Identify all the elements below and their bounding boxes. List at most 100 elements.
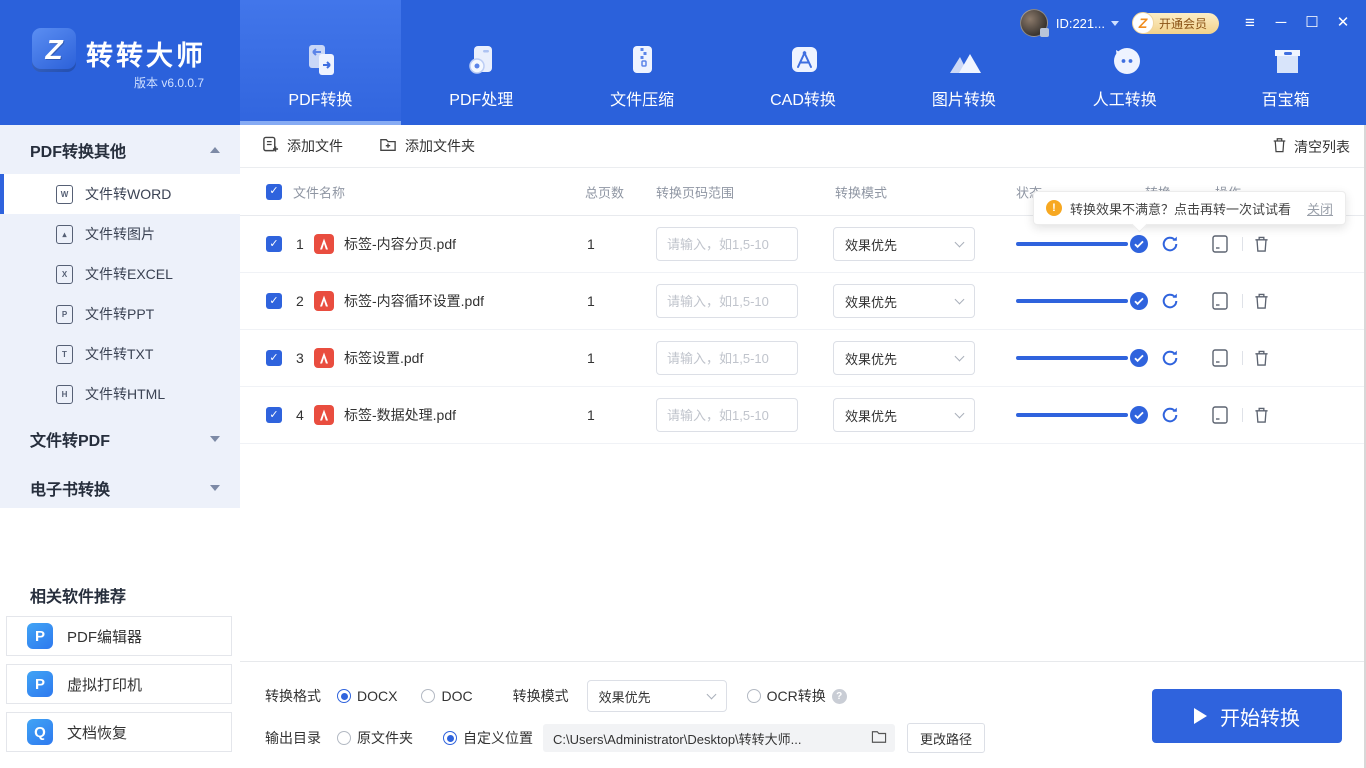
tab-pdf-convert[interactable]: PDF转换	[240, 0, 401, 125]
close-button[interactable]: ✕	[1334, 13, 1352, 33]
topbar-right: ID:221... Z 开通会员 ≡ ─ ☐ ✕	[1019, 9, 1352, 37]
row-index: 1	[296, 236, 304, 252]
sidebar-group-pdf-other[interactable]: PDF转换其他	[0, 125, 240, 174]
sidebar-item-word[interactable]: W 文件转WORD	[0, 174, 240, 214]
open-file-icon[interactable]	[1212, 292, 1228, 310]
open-file-icon[interactable]	[1212, 235, 1228, 253]
member-badge[interactable]: Z 开通会员	[1131, 11, 1219, 34]
row-checkbox[interactable]	[266, 236, 282, 252]
format-label: 转换格式	[265, 688, 321, 704]
row-checkbox[interactable]	[266, 293, 282, 309]
mode-select[interactable]: 效果优先	[586, 680, 727, 712]
sidebar-item-ppt[interactable]: P 文件转PPT	[0, 294, 240, 334]
open-file-icon[interactable]	[1212, 406, 1228, 424]
folder-icon[interactable]	[871, 730, 887, 747]
radio-custom-location[interactable]	[443, 731, 457, 745]
member-z-icon: Z	[1131, 11, 1154, 34]
main-content: 添加文件 添加文件夹 清空列表 文件名称 总页数 转换页码范围 转换模式 状态	[240, 125, 1366, 768]
sidebar-item-excel[interactable]: X 文件转EXCEL	[0, 254, 240, 294]
clear-list-label: 清空列表	[1294, 138, 1350, 155]
radio-docx[interactable]	[337, 689, 351, 703]
tab-cad-convert[interactable]: CAD转换	[723, 0, 884, 125]
sidebar-item-image[interactable]: ▴ 文件转图片	[0, 214, 240, 254]
add-folder-button[interactable]: 添加文件夹	[379, 136, 475, 156]
sidebar-group-to-pdf[interactable]: 文件转PDF	[0, 414, 240, 463]
page-range-input[interactable]	[656, 341, 798, 375]
sidebar-item-label: 文件转TXT	[85, 346, 154, 362]
recommend-virtual-printer[interactable]: P 虚拟打印机	[6, 664, 232, 704]
avatar[interactable]	[1019, 9, 1049, 37]
delete-icon[interactable]	[1254, 407, 1269, 424]
tooltip-close-link[interactable]: 关闭	[1307, 199, 1333, 218]
start-convert-button[interactable]: 开始转换	[1152, 689, 1342, 743]
change-path-button[interactable]: 更改路径	[907, 723, 985, 753]
group-label: PDF转换其他	[30, 143, 127, 161]
add-file-button[interactable]: 添加文件	[262, 136, 343, 156]
file-name: 标签-内容分页.pdf	[344, 236, 457, 252]
tab-label: PDF处理	[449, 92, 514, 109]
select-all-checkbox[interactable]	[266, 183, 282, 200]
retry-icon[interactable]	[1160, 348, 1180, 368]
recommend-doc-recovery[interactable]: Q 文档恢复	[6, 712, 232, 752]
menu-icon[interactable]: ≡	[1241, 13, 1259, 33]
maximize-button[interactable]: ☐	[1303, 13, 1321, 33]
status-check-icon	[1130, 349, 1148, 367]
row-mode-select[interactable]: 效果优先	[833, 227, 975, 261]
open-file-icon[interactable]	[1212, 349, 1228, 367]
group-label: 电子书转换	[30, 481, 111, 499]
tab-pdf-process[interactable]: PDF处理	[401, 0, 562, 125]
retry-icon[interactable]	[1160, 291, 1180, 311]
page-count: 1	[587, 407, 595, 423]
txt-doc-icon: T	[56, 344, 73, 364]
mode-value: 效果优先	[845, 294, 898, 310]
chevron-down-icon	[954, 294, 965, 304]
delete-icon[interactable]	[1254, 236, 1269, 253]
chevron-down-icon[interactable]	[1110, 20, 1119, 26]
radio-custom-location-label[interactable]: 自定义位置	[463, 728, 533, 748]
sidebar-group-ebook[interactable]: 电子书转换	[0, 463, 240, 512]
radio-docx-label[interactable]: DOCX	[357, 688, 397, 704]
sidebar-item-html[interactable]: H 文件转HTML	[0, 374, 240, 414]
retry-tooltip: ! 转换效果不满意？点击再转一次试试看 关闭	[1033, 191, 1347, 225]
row-index: 3	[296, 350, 304, 366]
delete-icon[interactable]	[1254, 293, 1269, 310]
tab-file-compress[interactable]: 文件压缩	[562, 0, 723, 125]
clear-list-button[interactable]: 清空列表	[1272, 125, 1350, 168]
radio-ocr-label[interactable]: OCR转换	[767, 686, 826, 706]
radio-doc-label[interactable]: DOC	[441, 688, 472, 704]
pdf-file-icon	[314, 405, 334, 425]
divider	[1242, 408, 1243, 422]
progress-bar	[1016, 356, 1128, 360]
delete-icon[interactable]	[1254, 350, 1269, 367]
logo: Z 转转大师 版本 v6.0.0.7	[0, 0, 240, 125]
image-doc-icon: ▴	[56, 224, 73, 244]
output-path-field[interactable]: C:\Users\Administrator\Desktop\转转大师...	[543, 724, 895, 752]
radio-source-folder-label[interactable]: 原文件夹	[357, 728, 413, 748]
doc-recovery-icon: Q	[27, 719, 53, 745]
page-range-input[interactable]	[656, 398, 798, 432]
add-folder-label: 添加文件夹	[405, 138, 475, 154]
help-icon[interactable]: ?	[831, 688, 847, 704]
row-mode-select[interactable]: 效果优先	[833, 341, 975, 375]
page-range-input[interactable]	[656, 227, 798, 261]
chat-icon	[1103, 40, 1147, 86]
row-mode-select[interactable]: 效果优先	[833, 398, 975, 432]
row-checkbox[interactable]	[266, 350, 282, 366]
minimize-button[interactable]: ─	[1272, 13, 1290, 33]
page-range-input[interactable]	[656, 284, 798, 318]
file-name: 标签设置.pdf	[344, 350, 424, 366]
recommend-label: PDF编辑器	[67, 628, 143, 646]
sidebar-item-txt[interactable]: T 文件转TXT	[0, 334, 240, 374]
page-count: 1	[587, 350, 595, 366]
radio-doc[interactable]	[421, 689, 436, 703]
radio-ocr[interactable]	[746, 689, 761, 703]
pdf-process-icon	[459, 40, 503, 86]
radio-source-folder[interactable]	[337, 731, 351, 745]
status-check-icon	[1130, 406, 1148, 424]
retry-icon[interactable]	[1160, 405, 1180, 425]
retry-icon[interactable]	[1160, 234, 1180, 254]
row-checkbox[interactable]	[266, 407, 282, 423]
recommend-pdf-editor[interactable]: P PDF编辑器	[6, 616, 232, 656]
row-mode-select[interactable]: 效果优先	[833, 284, 975, 318]
tab-label: 图片转换	[931, 92, 996, 109]
